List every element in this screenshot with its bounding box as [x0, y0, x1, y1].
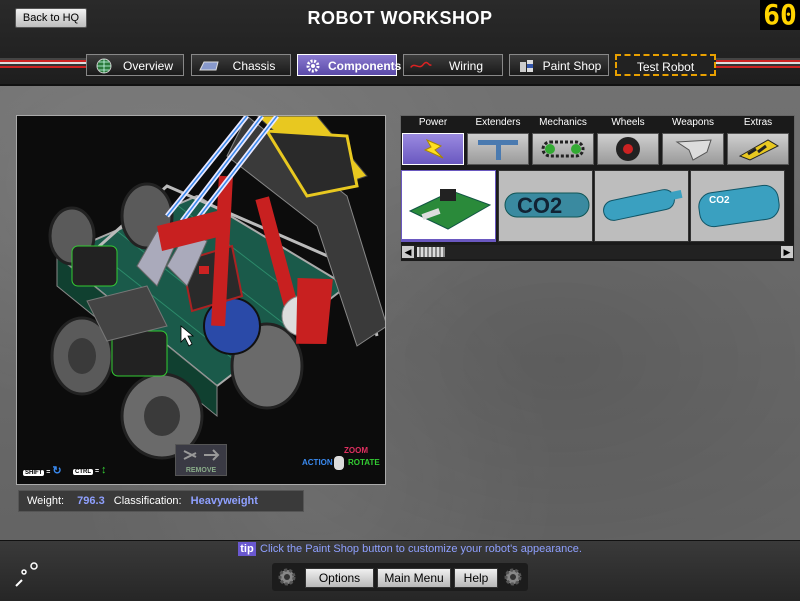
decorative-wire-right: [716, 58, 800, 68]
component-scrollbar[interactable]: ◀ ▶: [401, 245, 794, 259]
rotate-hint: SHIFT = ↻: [23, 465, 62, 477]
tab-label: Test Robot: [636, 60, 695, 74]
tab-label: Overview: [122, 59, 173, 73]
ctrl-key-badge: CTRL: [73, 469, 93, 475]
move-hint: CTRL = ↕: [73, 464, 107, 476]
wire-icon: [410, 61, 432, 68]
chassis-icon: [199, 61, 219, 71]
category-label: Extenders: [475, 117, 521, 128]
remove-label: REMOVE: [185, 467, 217, 474]
weight-value: 796.3: [77, 495, 105, 507]
mouse-icon: [334, 456, 344, 470]
lightning-icon: [423, 138, 444, 159]
tab-overview[interactable]: Overview: [86, 54, 184, 76]
tab-label: Wiring: [448, 59, 483, 73]
classification-value: Heavyweight: [190, 495, 258, 507]
tip-text: Click the Paint Shop button to customize…: [260, 543, 582, 555]
component-item-co2-tank-large[interactable]: CO2: [690, 170, 785, 242]
paint-can-icon: [520, 60, 533, 72]
options-button[interactable]: Options: [305, 568, 374, 588]
tab-label: Paint Shop: [542, 59, 602, 73]
extras-icon: [738, 139, 780, 161]
rotate-label: ROTATE: [348, 458, 380, 467]
item-label: CO2: [517, 193, 563, 218]
vertical-arrow-icon: ↕: [100, 464, 107, 476]
component-item-co2-tank[interactable]: [594, 170, 689, 242]
gear-icon: [504, 568, 522, 586]
chain-icon: [541, 140, 585, 158]
scroll-right-arrow-icon[interactable]: ▶: [781, 246, 793, 258]
extender-icon: [478, 140, 518, 160]
category-label: Wheels: [611, 117, 645, 128]
main-menu-button[interactable]: Main Menu: [377, 568, 451, 588]
robot-model-render[interactable]: [17, 116, 385, 484]
tab-wiring[interactable]: Wiring: [403, 54, 503, 76]
category-label: Extras: [743, 117, 773, 128]
scissors-arrow-icon: [183, 449, 220, 461]
item-label: CO2: [709, 195, 730, 206]
category-label: Weapons: [671, 117, 715, 128]
remove-button[interactable]: REMOVE: [175, 444, 227, 476]
weight-info-bar: Weight: 796.3 Classification: Heavyweigh…: [18, 490, 304, 512]
gear-icon: [278, 568, 296, 586]
category-weapons[interactable]: Weapons: [661, 116, 725, 166]
robot-3d-viewport[interactable]: SHIFT = ↻ CTRL = ↕ REMOVE ZOOM ACTION RO…: [16, 115, 386, 485]
zoom-label: ZOOM: [344, 446, 368, 455]
category-label: Power: [418, 117, 448, 128]
help-button[interactable]: Help: [454, 568, 498, 588]
category-wheels[interactable]: Wheels: [596, 116, 660, 166]
component-item-circuit-board[interactable]: [401, 170, 496, 242]
category-power[interactable]: Power: [401, 116, 465, 166]
classification-label: Classification:: [113, 495, 182, 507]
tab-label: Chassis: [232, 59, 276, 73]
mouse-controls-legend: ZOOM ACTION ROTATE: [302, 446, 382, 476]
component-item-co2-cartridge[interactable]: CO2: [498, 170, 593, 242]
page-title: ROBOT WORKSHOP: [307, 8, 493, 28]
weapon-icon: [675, 139, 712, 161]
globe-icon: [96, 58, 112, 74]
top-bar: Back to HQ ROBOT WORKSHOP 60 Overview Ch…: [0, 0, 800, 86]
category-extras[interactable]: Extras: [726, 116, 790, 166]
co2-tank-large-icon: [698, 184, 780, 228]
category-mechanics[interactable]: Mechanics: [531, 116, 595, 166]
fps-counter: 60: [760, 0, 800, 30]
tab-label: Components: [328, 59, 402, 73]
tab-test-robot[interactable]: Test Robot: [615, 54, 716, 76]
tab-components[interactable]: Components: [297, 54, 402, 76]
decorative-wire-left: [0, 58, 86, 68]
co2-tank-icon: [603, 189, 683, 221]
gear-icon: [306, 59, 320, 73]
action-label: ACTION: [302, 458, 333, 467]
category-label: Mechanics: [539, 117, 587, 128]
weight-label: Weight:: [27, 495, 65, 507]
scroll-thumb[interactable]: [417, 247, 445, 257]
rotate-arrow-icon: ↻: [52, 465, 62, 477]
scroll-left-arrow-icon[interactable]: ◀: [402, 246, 414, 258]
category-extenders[interactable]: Extenders: [466, 116, 530, 166]
wheel-icon: [616, 137, 640, 161]
shift-key-badge: SHIFT: [23, 470, 45, 476]
circuit-board-icon: [408, 189, 492, 230]
component-picker: Power Extenders Mechanics Wheels Weapons…: [400, 115, 795, 262]
tab-paint-shop[interactable]: Paint Shop: [509, 54, 609, 76]
tip-badge: tip: [238, 542, 256, 556]
wrench-icon: [15, 562, 38, 587]
tab-chassis[interactable]: Chassis: [191, 54, 291, 76]
